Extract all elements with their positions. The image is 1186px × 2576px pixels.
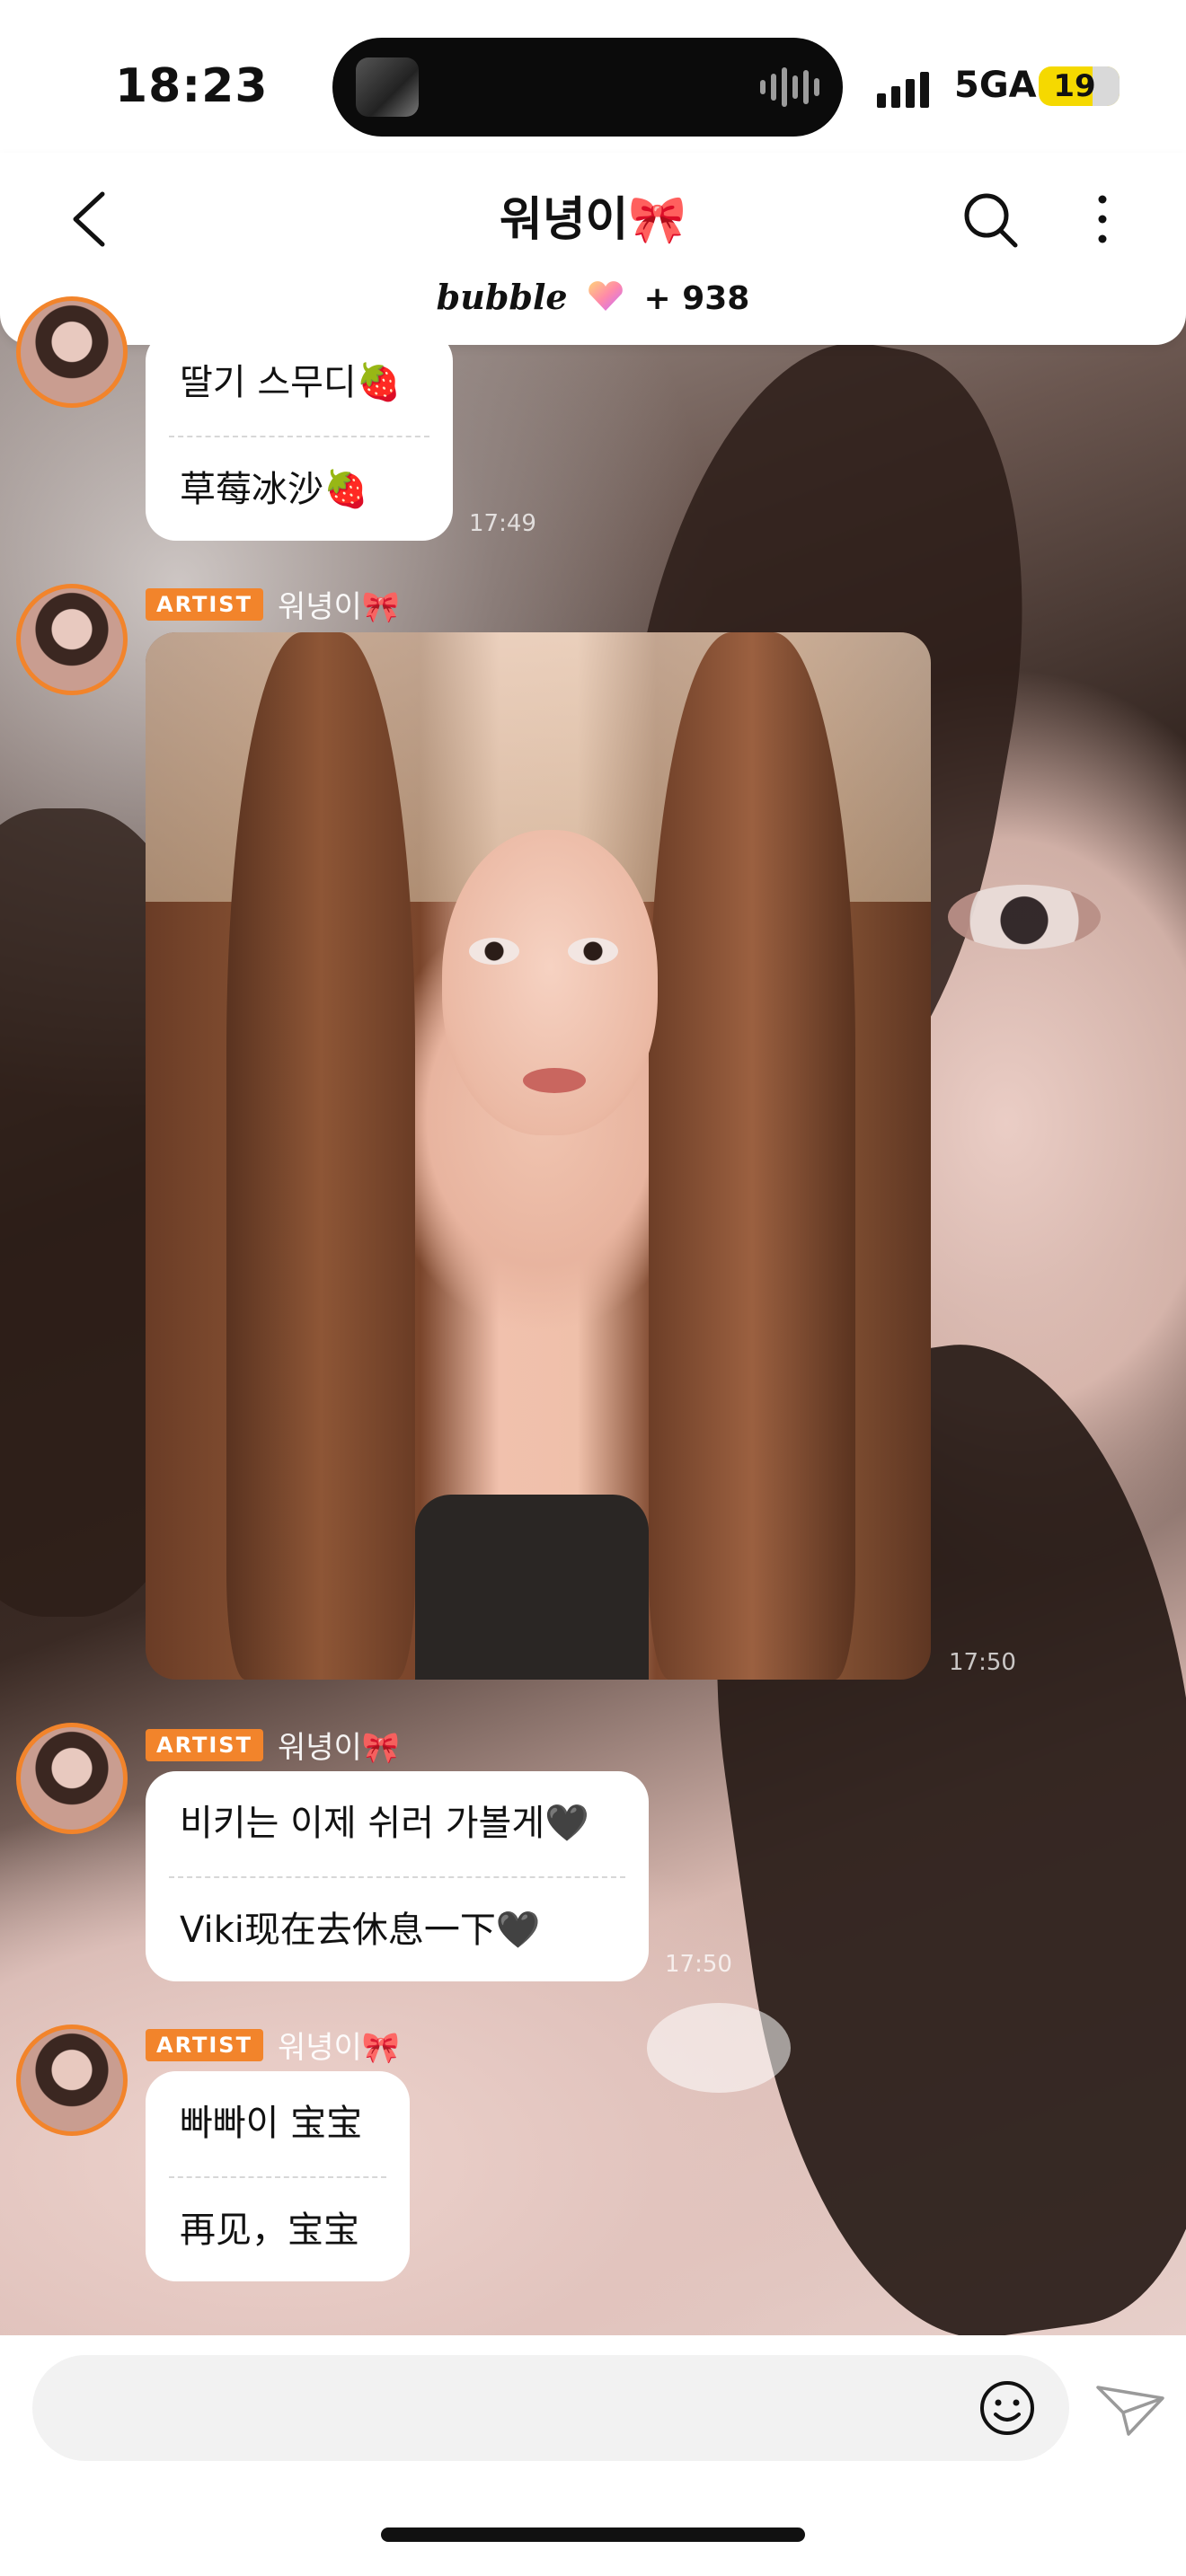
home-indicator[interactable] bbox=[381, 2527, 805, 2542]
audio-wave-icon bbox=[760, 65, 819, 110]
send-icon bbox=[1096, 2386, 1164, 2436]
message-timestamp: 17:50 bbox=[949, 1649, 1016, 1676]
bubble-count: + 938 bbox=[643, 280, 750, 317]
message-input[interactable] bbox=[32, 2355, 1069, 2461]
sender-name: 워녕이🎀 bbox=[277, 2030, 401, 2066]
signal-icon bbox=[877, 66, 929, 108]
bubble-counter[interactable]: bubble + 938 bbox=[0, 277, 1186, 317]
message-text: 딸기 스무디🍓 bbox=[180, 362, 402, 403]
artist-avatar[interactable] bbox=[16, 296, 128, 408]
network-type: 5GA bbox=[954, 65, 1037, 106]
battery-level: 19 bbox=[1053, 68, 1096, 104]
message-translation: 再见，宝宝 bbox=[180, 2210, 359, 2251]
send-button[interactable] bbox=[1093, 2378, 1168, 2441]
message-bubble[interactable]: 비키는 이제 쉬러 가볼게🖤 Viki现在去休息一下🖤 bbox=[146, 1771, 649, 1981]
bubble-logo: bubble bbox=[436, 277, 568, 317]
artist-avatar[interactable] bbox=[16, 1723, 128, 1834]
more-vertical-icon bbox=[1098, 195, 1107, 243]
search-button[interactable] bbox=[958, 185, 1024, 253]
artist-avatar[interactable] bbox=[16, 2025, 128, 2136]
chat-header: 워녕이🎀 bubble + 938 bbox=[0, 153, 1186, 345]
heart-gem-icon bbox=[589, 281, 623, 311]
status-bar: 18:23 5GA 19 bbox=[0, 0, 1186, 153]
message-photo[interactable] bbox=[146, 632, 931, 1680]
sender-row: ARTIST 워녕이🎀 bbox=[146, 2023, 400, 2067]
message-bubble[interactable]: 딸기 스무디🍓 草莓冰沙🍓 bbox=[146, 331, 453, 541]
sender-name: 워녕이🎀 bbox=[277, 589, 401, 625]
message-translation: 草莓冰沙🍓 bbox=[180, 469, 368, 510]
battery-icon: 19 bbox=[1039, 66, 1120, 106]
sender-name: 워녕이🎀 bbox=[277, 1730, 401, 1766]
artist-badge: ARTIST bbox=[146, 587, 263, 621]
artist-badge: ARTIST bbox=[146, 1728, 263, 1761]
status-time: 18:23 bbox=[115, 59, 269, 113]
message-text: 빠빠이 宝宝 bbox=[180, 2103, 363, 2144]
sender-row: ARTIST 워녕이🎀 bbox=[146, 582, 400, 626]
sender-row: ARTIST 워녕이🎀 bbox=[146, 1723, 400, 1767]
artist-avatar[interactable] bbox=[16, 584, 128, 695]
artist-badge: ARTIST bbox=[146, 2028, 263, 2061]
message-timestamp: 17:50 bbox=[665, 1951, 732, 1978]
message-timestamp: 17:49 bbox=[469, 510, 536, 537]
now-playing-artwork bbox=[356, 57, 419, 117]
message-text: 비키는 이제 쉬러 가볼게🖤 bbox=[180, 1803, 589, 1844]
smile-icon bbox=[980, 2381, 1034, 2435]
message-bubble[interactable]: 빠빠이 宝宝 再见，宝宝 bbox=[146, 2071, 410, 2281]
emoji-button[interactable] bbox=[976, 2377, 1039, 2439]
message-translation: Viki现在去休息一下🖤 bbox=[180, 1910, 541, 1951]
search-icon bbox=[964, 193, 1018, 248]
more-options-button[interactable] bbox=[1080, 185, 1125, 253]
